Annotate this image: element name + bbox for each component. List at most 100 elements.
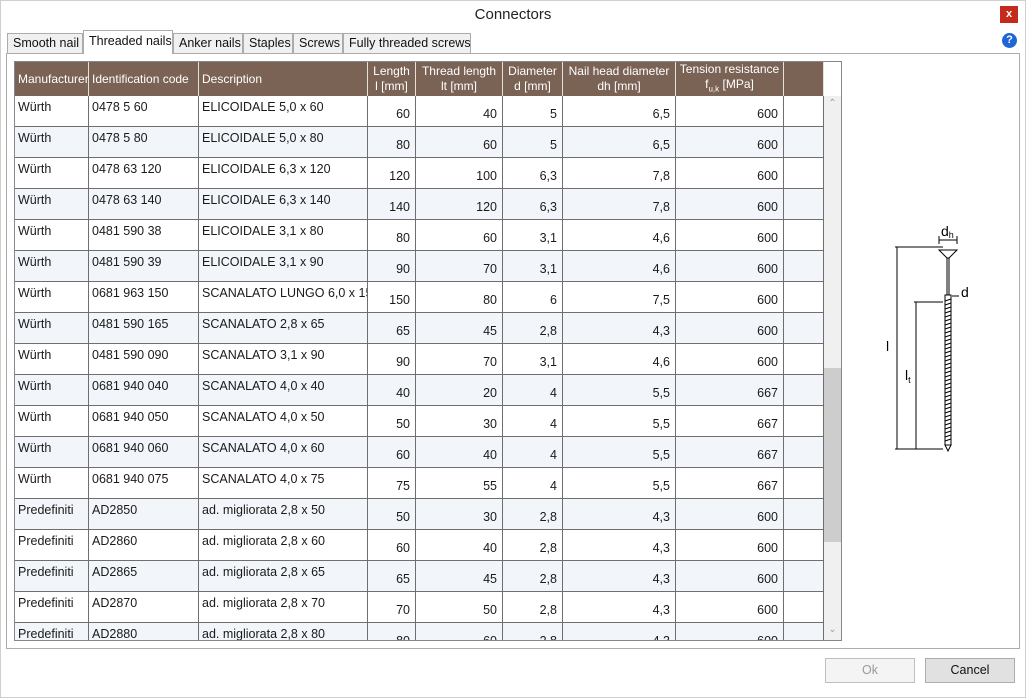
cell-code[interactable]: 0681 940 060 xyxy=(89,437,199,467)
table-row[interactable]: Predefiniti AD2850 ad. migliorata 2,8 x 50… xyxy=(15,499,824,530)
column-header-manufacturer[interactable]: Manufacturer xyxy=(15,62,89,96)
cell-thread-length[interactable]: 120 xyxy=(416,189,503,219)
cell-thread-length[interactable]: 70 xyxy=(416,251,503,281)
scroll-down-arrow-icon[interactable]: ⌄ xyxy=(824,624,841,638)
cell-code[interactable]: 0681 963 150 xyxy=(89,282,199,312)
cell-manufacturer[interactable]: Würth xyxy=(15,220,89,250)
table-row[interactable]: Predefiniti AD2870 ad. migliorata 2,8 x 70… xyxy=(15,592,824,623)
cell-code[interactable]: 0478 63 120 xyxy=(89,158,199,188)
cell-code[interactable]: 0478 63 140 xyxy=(89,189,199,219)
cell-diameter[interactable]: 4 xyxy=(503,375,563,405)
cell-thread-length[interactable]: 50 xyxy=(416,592,503,622)
cell-length[interactable]: 50 xyxy=(368,406,416,436)
cell-code[interactable]: 0481 590 39 xyxy=(89,251,199,281)
cell-head-diameter[interactable]: 4,6 xyxy=(563,220,676,250)
cell-length[interactable]: 90 xyxy=(368,251,416,281)
cell-head-diameter[interactable]: 4,3 xyxy=(563,561,676,591)
cancel-button[interactable]: Cancel xyxy=(925,658,1015,683)
cell-code[interactable]: 0481 590 165 xyxy=(89,313,199,343)
tab-screws[interactable]: Screws xyxy=(293,33,343,53)
cell-code[interactable]: 0481 590 38 xyxy=(89,220,199,250)
cell-code[interactable]: 0478 5 60 xyxy=(89,96,199,126)
table-row[interactable]: Predefiniti AD2860 ad. migliorata 2,8 x 60… xyxy=(15,530,824,561)
cell-head-diameter[interactable]: 5,5 xyxy=(563,437,676,467)
cell-length[interactable]: 150 xyxy=(368,282,416,312)
cell-diameter[interactable]: 2,8 xyxy=(503,530,563,560)
table-row[interactable]: Würth 0478 5 80 ELICOIDALE 5,0 x 80 80 60 5 6,… xyxy=(15,127,824,158)
cell-thread-length[interactable]: 30 xyxy=(416,499,503,529)
cell-manufacturer[interactable]: Predefiniti xyxy=(15,499,89,529)
cell-thread-length[interactable]: 45 xyxy=(416,313,503,343)
cell-thread-length[interactable]: 60 xyxy=(416,127,503,157)
cell-tension[interactable]: 600 xyxy=(676,344,784,374)
cell-diameter[interactable]: 6,3 xyxy=(503,189,563,219)
cell-head-diameter[interactable]: 5,5 xyxy=(563,468,676,498)
cell-manufacturer[interactable]: Predefiniti xyxy=(15,561,89,591)
cell-code[interactable]: AD2865 xyxy=(89,561,199,591)
cell-diameter[interactable]: 5 xyxy=(503,96,563,126)
column-header-tension[interactable]: Tension resistance fu,k [MPa] xyxy=(676,62,784,96)
cell-tension[interactable]: 600 xyxy=(676,623,784,640)
cell-code[interactable]: AD2880 xyxy=(89,623,199,640)
cell-tension[interactable]: 667 xyxy=(676,468,784,498)
cell-description[interactable]: ad. migliorata 2,8 x 65 xyxy=(199,561,368,591)
cell-head-diameter[interactable]: 7,5 xyxy=(563,282,676,312)
cell-head-diameter[interactable]: 4,3 xyxy=(563,313,676,343)
cell-length[interactable]: 60 xyxy=(368,530,416,560)
cell-tension[interactable]: 600 xyxy=(676,220,784,250)
cell-manufacturer[interactable]: Würth xyxy=(15,127,89,157)
cell-diameter[interactable]: 4 xyxy=(503,437,563,467)
cell-description[interactable]: SCANALATO 4,0 x 75 xyxy=(199,468,368,498)
cell-length[interactable]: 120 xyxy=(368,158,416,188)
cell-thread-length[interactable]: 55 xyxy=(416,468,503,498)
cell-description[interactable]: ad. migliorata 2,8 x 50 xyxy=(199,499,368,529)
table-row[interactable]: Predefiniti AD2880 ad. migliorata 2,8 x 80… xyxy=(15,623,824,640)
table-row[interactable]: Würth 0481 590 090 SCANALATO 3,1 x 90 90 70 3… xyxy=(15,344,824,375)
tab-fully-threaded-screws[interactable]: Fully threaded screws xyxy=(343,33,471,53)
cell-head-diameter[interactable]: 7,8 xyxy=(563,158,676,188)
cell-manufacturer[interactable]: Würth xyxy=(15,313,89,343)
cell-thread-length[interactable]: 60 xyxy=(416,220,503,250)
table-row[interactable]: Würth 0478 5 60 ELICOIDALE 5,0 x 60 60 40 5 6,… xyxy=(15,96,824,127)
cell-thread-length[interactable]: 45 xyxy=(416,561,503,591)
column-header-code[interactable]: Identification code xyxy=(89,62,199,96)
cell-manufacturer[interactable]: Würth xyxy=(15,344,89,374)
cell-tension[interactable]: 600 xyxy=(676,96,784,126)
cell-head-diameter[interactable]: 6,5 xyxy=(563,96,676,126)
table-row[interactable]: Würth 0481 590 165 SCANALATO 2,8 x 65 65 45 2… xyxy=(15,313,824,344)
cell-diameter[interactable]: 6,3 xyxy=(503,158,563,188)
cell-description[interactable]: ad. migliorata 2,8 x 60 xyxy=(199,530,368,560)
cell-description[interactable]: SCANALATO 2,8 x 65 xyxy=(199,313,368,343)
column-header-head-diameter[interactable]: Nail head diameter dh [mm] xyxy=(563,62,676,96)
cell-description[interactable]: SCANALATO LUNGO 6,0 x 150 xyxy=(199,282,368,312)
table-row[interactable]: Würth 0681 940 040 SCANALATO 4,0 x 40 40 20 4… xyxy=(15,375,824,406)
cell-length[interactable]: 40 xyxy=(368,375,416,405)
cell-description[interactable]: ad. migliorata 2,8 x 70 xyxy=(199,592,368,622)
scroll-thumb[interactable] xyxy=(824,368,841,542)
cell-code[interactable]: 0478 5 80 xyxy=(89,127,199,157)
cell-length[interactable]: 90 xyxy=(368,344,416,374)
cell-thread-length[interactable]: 30 xyxy=(416,406,503,436)
cell-thread-length[interactable]: 40 xyxy=(416,437,503,467)
cell-manufacturer[interactable]: Predefiniti xyxy=(15,623,89,640)
cell-description[interactable]: ad. migliorata 2,8 x 80 xyxy=(199,623,368,640)
cell-description[interactable]: SCANALATO 4,0 x 60 xyxy=(199,437,368,467)
cell-tension[interactable]: 600 xyxy=(676,127,784,157)
cell-tension[interactable]: 600 xyxy=(676,189,784,219)
table-row[interactable]: Würth 0481 590 39 ELICOIDALE 3,1 x 90 90 70 3… xyxy=(15,251,824,282)
cell-length[interactable]: 80 xyxy=(368,127,416,157)
cell-manufacturer[interactable]: Würth xyxy=(15,251,89,281)
cell-code[interactable]: 0481 590 090 xyxy=(89,344,199,374)
cell-code[interactable]: AD2870 xyxy=(89,592,199,622)
cell-head-diameter[interactable]: 4,3 xyxy=(563,592,676,622)
cell-head-diameter[interactable]: 6,5 xyxy=(563,127,676,157)
cell-description[interactable]: ELICOIDALE 5,0 x 80 xyxy=(199,127,368,157)
cell-description[interactable]: ELICOIDALE 3,1 x 90 xyxy=(199,251,368,281)
cell-thread-length[interactable]: 60 xyxy=(416,623,503,640)
column-header-length[interactable]: Length l [mm] xyxy=(368,62,416,96)
table-row[interactable]: Predefiniti AD2865 ad. migliorata 2,8 x 65… xyxy=(15,561,824,592)
tab-staples[interactable]: Staples xyxy=(243,33,293,53)
cell-length[interactable]: 65 xyxy=(368,561,416,591)
cell-manufacturer[interactable]: Würth xyxy=(15,189,89,219)
cell-diameter[interactable]: 4 xyxy=(503,406,563,436)
